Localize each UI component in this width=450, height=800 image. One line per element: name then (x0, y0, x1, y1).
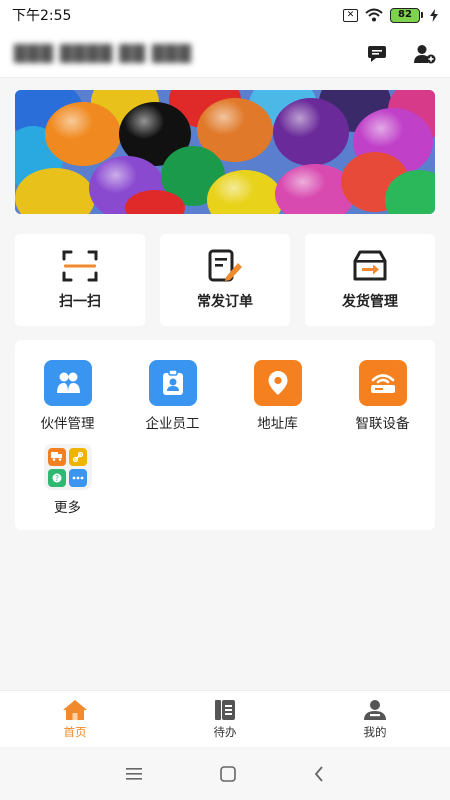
battery-level: 82 (390, 7, 420, 23)
link-mini-icon (69, 447, 87, 466)
status-bar: 下午2:55 ✕ 82 (0, 0, 450, 30)
svg-text:?: ? (55, 474, 59, 483)
router-device-icon (358, 360, 407, 406)
promo-banner[interactable] (15, 90, 435, 214)
scan-button[interactable]: 扫一扫 (15, 234, 145, 326)
scan-icon (62, 250, 98, 282)
grid-item-address-book[interactable]: 地址库 (225, 360, 330, 432)
chat-icon[interactable] (366, 43, 388, 65)
employee-badge-icon (148, 360, 197, 406)
shipping-management-label: 发货管理 (342, 294, 398, 310)
bottom-tab-bar: 首页 待办 我的 (0, 690, 450, 747)
feature-grid: 伙伴管理 企业员工 地址库 智联设备 ? 更多 (15, 340, 435, 530)
balloons-image (15, 90, 435, 214)
location-pin-icon (253, 360, 302, 406)
status-time: 下午2:55 (12, 8, 72, 24)
menu-icon[interactable] (126, 767, 142, 780)
tab-profile[interactable]: 我的 (325, 699, 425, 740)
sim-card-icon: ✕ (343, 8, 358, 22)
tab-home-label: 首页 (63, 724, 87, 739)
todo-list-icon (215, 699, 235, 720)
charging-icon (430, 8, 438, 22)
grid-item-smart-devices[interactable]: 智联设备 (330, 360, 435, 432)
grid-item-more[interactable]: ? 更多 (15, 444, 120, 516)
battery-icon: 82 (390, 7, 423, 23)
partners-icon (43, 360, 92, 406)
wifi-icon (365, 8, 383, 22)
company-name: ███ ████ ██ ███ (14, 44, 192, 63)
address-book-label: 地址库 (257, 416, 298, 432)
frequent-orders-button[interactable]: 常发订单 (160, 234, 290, 326)
shipping-management-button[interactable]: 发货管理 (305, 234, 435, 326)
grid-item-partners[interactable]: 伙伴管理 (15, 360, 120, 432)
grid-item-employees[interactable]: 企业员工 (120, 360, 225, 432)
truck-mini-icon (48, 447, 66, 466)
profile-icon (364, 699, 386, 720)
add-user-icon[interactable] (414, 43, 436, 65)
help-mini-icon: ? (48, 468, 66, 487)
status-icons: ✕ 82 (343, 7, 438, 23)
employees-label: 企业员工 (145, 416, 200, 432)
tab-home[interactable]: 首页 (25, 699, 125, 740)
app-header: ███ ████ ██ ███ (0, 30, 450, 78)
home-nav-icon[interactable] (220, 765, 236, 782)
more-label: 更多 (54, 500, 81, 516)
home-icon (63, 699, 87, 720)
tab-todo-label: 待办 (213, 724, 237, 739)
shipping-box-icon (353, 250, 387, 281)
tab-todo[interactable]: 待办 (175, 699, 275, 740)
order-edit-icon (208, 249, 242, 282)
frequent-orders-label: 常发订单 (197, 294, 253, 310)
scan-label: 扫一扫 (59, 294, 101, 310)
tab-profile-label: 我的 (363, 724, 387, 739)
quick-actions: 扫一扫 常发订单 发货管理 (15, 234, 435, 326)
back-icon[interactable] (314, 765, 324, 782)
more-dots-mini-icon (69, 468, 87, 487)
smart-devices-label: 智联设备 (355, 416, 410, 432)
more-apps-icon: ? (43, 444, 92, 490)
partners-label: 伙伴管理 (40, 416, 95, 432)
system-navigation-bar (0, 747, 450, 800)
